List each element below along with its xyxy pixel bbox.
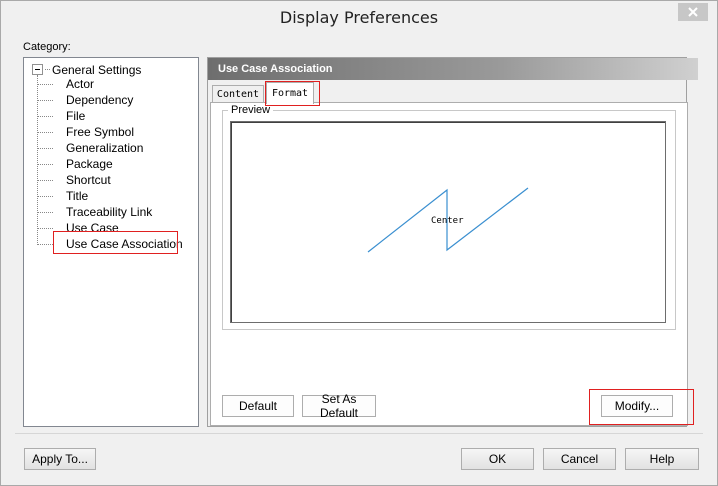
close-icon [688, 7, 698, 17]
help-button[interactable]: Help [625, 448, 699, 470]
tree-item-label: File [66, 109, 86, 123]
tree-item-free-symbol[interactable]: Free Symbol [37, 124, 134, 140]
separator [15, 433, 703, 434]
tree-item-package[interactable]: Package [37, 156, 113, 172]
tree-item-shortcut[interactable]: Shortcut [37, 172, 111, 188]
collapse-icon[interactable] [32, 64, 43, 75]
preview-canvas: Center [230, 121, 666, 323]
center-label: Center [431, 216, 464, 226]
tree-connector [45, 69, 50, 70]
tree-item-label: Free Symbol [66, 125, 135, 139]
tree-item-actor[interactable]: Actor [37, 76, 94, 92]
cancel-button[interactable]: Cancel [543, 448, 616, 470]
tree-item-label: Title [66, 189, 89, 203]
tree-item-title[interactable]: Title [37, 188, 88, 204]
tree-item-file[interactable]: File [37, 108, 85, 124]
title-bar: Display Preferences [1, 1, 717, 35]
tree-root-general-settings[interactable]: General Settings [32, 62, 141, 77]
category-label: Category: [23, 41, 71, 53]
ok-button[interactable]: OK [461, 448, 534, 470]
settings-panel: Use Case Association Content Format Prev… [207, 57, 698, 427]
tab-format[interactable]: Format [266, 82, 314, 104]
tab-content[interactable]: Content [212, 85, 264, 103]
display-preferences-dialog: Display Preferences Category: General Se… [0, 0, 718, 486]
tree-item-label: Traceability Link [66, 205, 153, 219]
set-as-default-button[interactable]: Set As Default [302, 392, 376, 420]
tree-item-label: Actor [66, 77, 95, 91]
panel-header: Use Case Association [208, 58, 698, 80]
tab-content-label: Content [216, 89, 260, 100]
tree-item-label: Package [66, 157, 113, 171]
tree-item-label: Dependency [66, 93, 134, 107]
tree-item-label: Shortcut [66, 173, 111, 187]
tree-root-label: General Settings [52, 62, 142, 77]
tree-item-generalization[interactable]: Generalization [37, 140, 143, 156]
default-button[interactable]: Default [222, 395, 294, 417]
tree-item-traceability-link[interactable]: Traceability Link [37, 204, 152, 220]
window-title: Display Preferences [279, 8, 439, 27]
apply-to-button[interactable]: Apply To... [24, 448, 96, 470]
tree-item-label: Generalization [66, 141, 144, 155]
panel-header-title: Use Case Association [218, 63, 333, 75]
annotation-highlight-tree-item [53, 231, 178, 254]
association-preview: Center [367, 187, 529, 253]
tab-format-label: Format [271, 88, 309, 99]
tree-item-dependency[interactable]: Dependency [37, 92, 133, 108]
annotation-highlight-modify [589, 389, 694, 425]
close-button[interactable] [678, 3, 708, 21]
